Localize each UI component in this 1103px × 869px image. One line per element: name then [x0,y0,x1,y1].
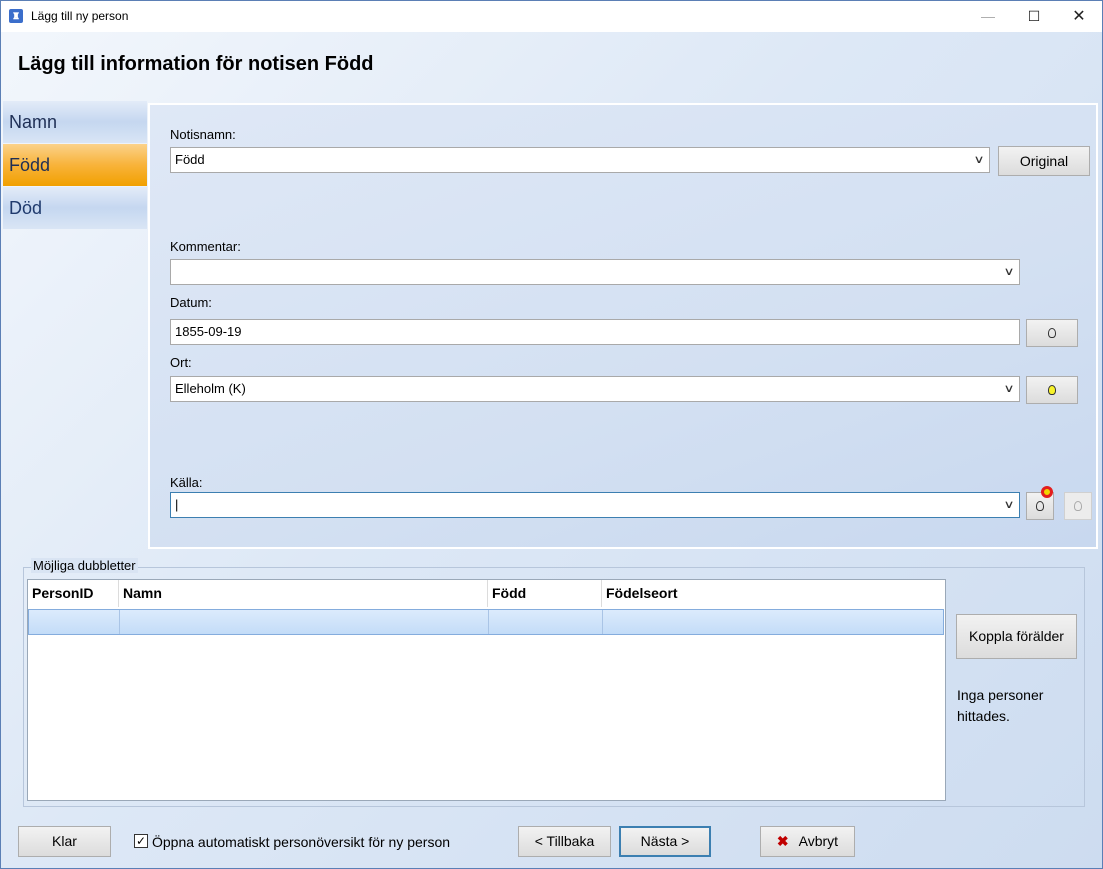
lightbulb-icon [1036,501,1044,511]
notisnamn-combo[interactable]: Född ∨ [170,147,990,173]
page-title: Lägg till information för notisen Född [18,53,374,75]
minimize-button[interactable]: — [965,1,1011,32]
no-results-message: Inga personer hittades. [957,687,1044,724]
column-header-fodd[interactable]: Född [488,580,602,607]
lightbulb-yellow-icon [1048,385,1056,395]
datum-label: Datum: [170,295,212,310]
ort-label: Ort: [170,355,192,370]
form-panel: Notisnamn: Född ∨ Original Kommentar: ∨ … [148,103,1098,549]
kalla-combo[interactable]: | ∨ [170,492,1020,518]
auto-open-label[interactable]: Öppna automatiskt personöversikt för ny … [152,834,450,850]
row-divider [488,610,489,634]
link-parent-button[interactable]: Koppla förälder [956,614,1077,659]
original-button[interactable]: Original [998,146,1090,176]
lightbulb-disabled-icon [1074,501,1082,511]
done-button[interactable]: Klar [18,826,111,857]
ort-value: Elleholm (K) [175,381,246,396]
chevron-down-icon[interactable]: ∨ [1003,493,1014,517]
ort-source-button[interactable] [1026,376,1078,404]
nav-item-namn[interactable]: Namn [3,101,147,143]
dialog-window: ♜ Lägg till ny person — ☐ ✕ Lägg till in… [0,0,1103,869]
datum-source-button[interactable] [1026,319,1078,347]
lightbulb-icon [1048,328,1056,338]
tree-icon: ♜ [9,9,23,23]
duplicates-table[interactable]: PersonID Namn Född Födelseort [27,579,946,801]
copy-source-button [1064,492,1092,520]
chevron-down-icon[interactable]: ∨ [973,148,984,172]
duplicates-title: Möjliga dubbletter [31,558,138,573]
cancel-button[interactable]: ✖ Avbryt [760,826,855,857]
cancel-label: Avbryt [798,833,839,849]
row-divider [119,610,120,634]
kalla-label: Källa: [170,475,203,490]
notisnamn-value: Född [175,152,205,167]
kalla-value: | [175,497,179,512]
kommentar-label: Kommentar: [170,239,241,254]
column-header-personid[interactable]: PersonID [28,580,119,607]
maximize-button[interactable]: ☐ [1011,1,1057,32]
notisnamn-label: Notisnamn: [170,127,236,142]
nav-item-dod[interactable]: Död [3,187,147,229]
next-button[interactable]: Nästa > [619,826,711,857]
chevron-down-icon[interactable]: ∨ [1003,260,1014,284]
chevron-down-icon[interactable]: ∨ [1003,377,1014,401]
window-title: Lägg till ny person [31,9,129,23]
nav-item-fodd[interactable]: Född [3,144,147,186]
back-button[interactable]: < Tillbaka [518,826,611,857]
auto-open-checkbox[interactable]: ✓ [134,834,148,848]
alert-badge-icon [1041,486,1053,498]
title-bar: ♜ Lägg till ny person — ☐ ✕ [1,1,1102,32]
datum-input[interactable]: 1855-09-19 [170,319,1020,345]
kommentar-combo[interactable]: ∨ [170,259,1020,285]
cancel-x-icon: ✖ [776,833,789,849]
ort-combo[interactable]: Elleholm (K) ∨ [170,376,1020,402]
column-header-namn[interactable]: Namn [119,580,488,607]
column-header-fodelseort[interactable]: Födelseort [602,580,946,607]
row-divider [602,610,603,634]
table-row[interactable] [28,609,944,635]
close-button[interactable]: ✕ [1056,1,1102,32]
